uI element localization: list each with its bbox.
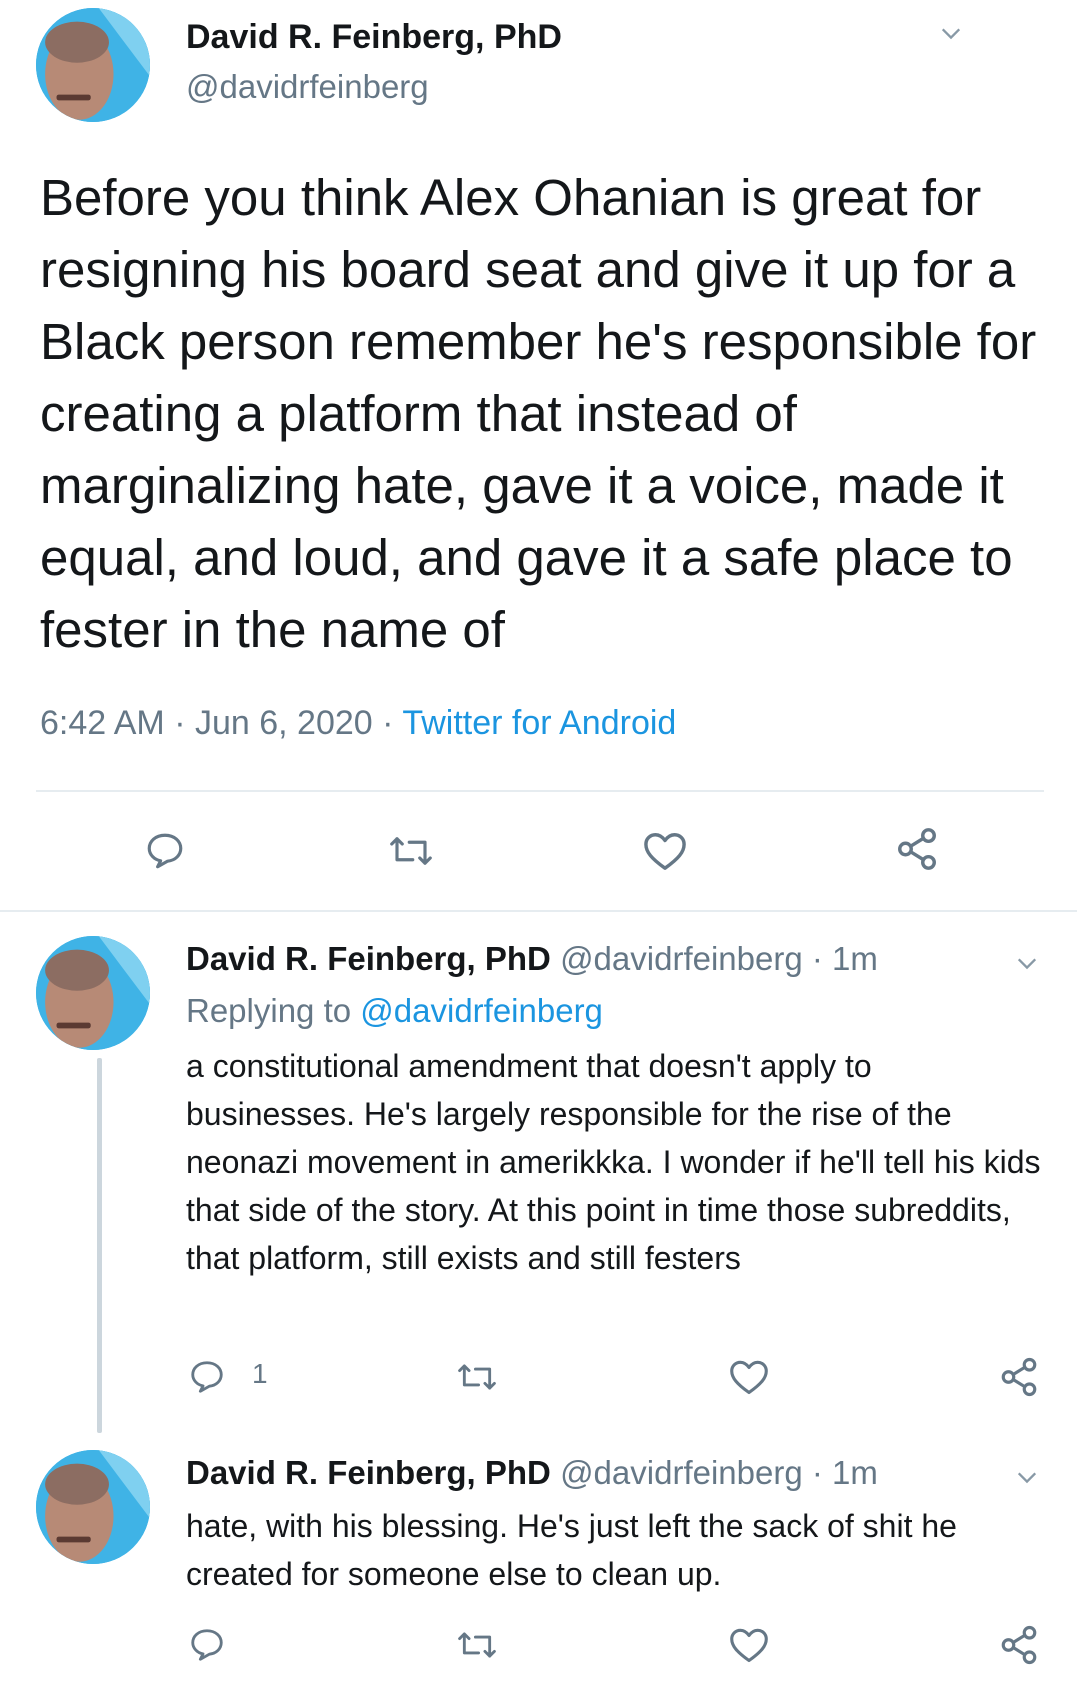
tweet-age[interactable]: 1m: [832, 1454, 878, 1491]
divider: [36, 790, 1044, 792]
reply-header: David R. Feinberg, PhD @davidrfeinberg ·…: [186, 1454, 878, 1492]
author-handle[interactable]: @davidrfeinberg: [560, 940, 803, 977]
share-icon[interactable]: [998, 1356, 1040, 1398]
share-icon[interactable]: [998, 1624, 1040, 1666]
avatar[interactable]: [36, 936, 150, 1050]
tweet-text: hate, with his blessing. He's just left …: [186, 1508, 957, 1592]
reply-icon[interactable]: [188, 1358, 226, 1396]
mention-link[interactable]: @davidrfeinberg: [360, 992, 603, 1029]
avatar[interactable]: [36, 8, 150, 122]
chevron-down-icon[interactable]: [1016, 1466, 1038, 1488]
meta-separator: ·: [382, 704, 394, 742]
chevron-down-icon[interactable]: [1016, 952, 1038, 974]
retweet-icon[interactable]: [456, 1358, 498, 1396]
share-icon[interactable]: [894, 826, 940, 872]
tweet-text: a constitutional amendment that doesn't …: [186, 1048, 1041, 1276]
meta-separator: ·: [811, 1454, 823, 1491]
replying-to: Replying to @davidrfeinberg: [186, 992, 603, 1030]
reply-icon[interactable]: [144, 830, 186, 872]
tweet-date[interactable]: Jun 6, 2020: [195, 704, 373, 742]
replying-label: Replying to: [186, 992, 352, 1029]
avatar[interactable]: [36, 1450, 150, 1564]
divider: [0, 910, 1077, 912]
author-handle[interactable]: @davidrfeinberg: [560, 1454, 803, 1491]
like-icon[interactable]: [642, 830, 688, 872]
author-handle[interactable]: @davidrfeinberg: [186, 68, 429, 106]
retweet-icon[interactable]: [456, 1626, 498, 1664]
author-name[interactable]: David R. Feinberg, PhD: [186, 18, 562, 57]
retweet-icon[interactable]: [388, 830, 434, 872]
author-name[interactable]: David R. Feinberg, PhD: [186, 940, 551, 977]
like-icon[interactable]: [728, 1626, 770, 1664]
reply-header: David R. Feinberg, PhD @davidrfeinberg ·…: [186, 940, 878, 978]
meta-separator: ·: [174, 704, 186, 742]
tweet-meta: 6:42 AM · Jun 6, 2020 · Twitter for Andr…: [40, 704, 676, 743]
tweet-text: Before you think Alex Ohanian is great f…: [40, 169, 1037, 658]
reply-count: 1: [252, 1358, 268, 1389]
chevron-down-icon[interactable]: [940, 22, 962, 44]
tweet-age[interactable]: 1m: [832, 940, 878, 977]
reply-icon[interactable]: [188, 1626, 226, 1664]
meta-separator: ·: [811, 940, 823, 977]
like-icon[interactable]: [728, 1358, 770, 1396]
author-name[interactable]: David R. Feinberg, PhD: [186, 1454, 551, 1491]
tweet-source[interactable]: Twitter for Android: [402, 704, 676, 742]
thread-line: [97, 1058, 102, 1433]
tweet-time[interactable]: 6:42 AM: [40, 704, 165, 742]
